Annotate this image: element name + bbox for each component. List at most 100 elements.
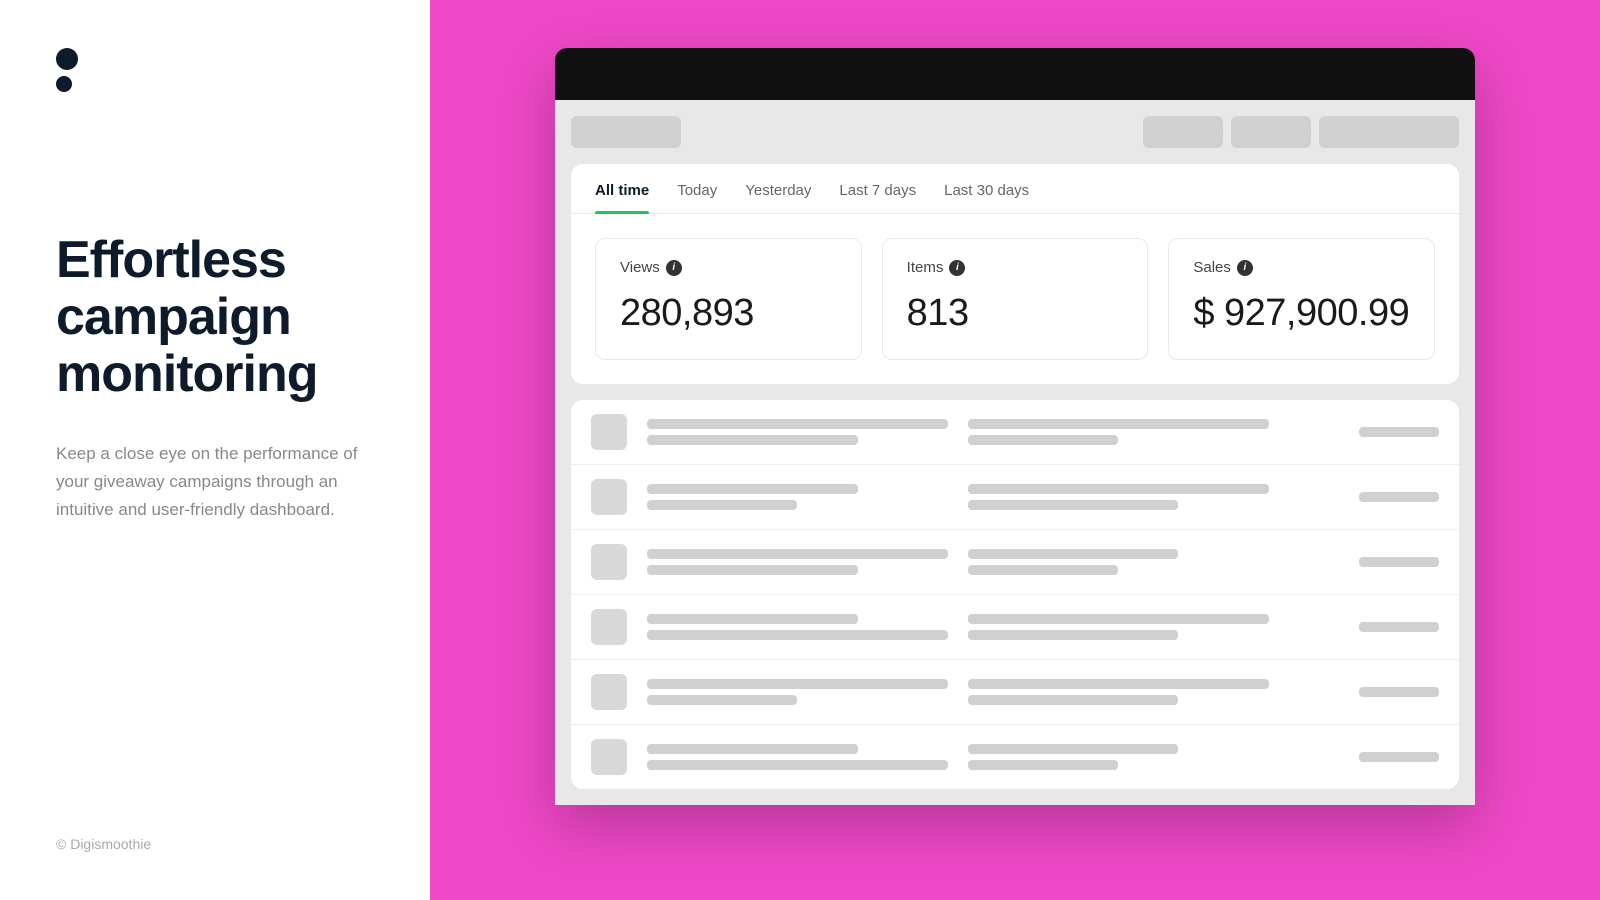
skel-line bbox=[647, 679, 948, 689]
row-thumbnail bbox=[591, 609, 627, 645]
tab-last-7-days[interactable]: Last 7 days bbox=[839, 182, 916, 213]
header-skeleton-btn-3 bbox=[1319, 116, 1459, 148]
metric-label-row-sales: Sales i bbox=[1193, 259, 1410, 276]
skel-line bbox=[968, 419, 1269, 429]
metric-card-items: Items i 813 bbox=[882, 238, 1149, 360]
skel-line bbox=[968, 565, 1118, 575]
header-skeleton-btn-1 bbox=[1143, 116, 1223, 148]
left-content: Effortless campaign monitoring Keep a cl… bbox=[56, 232, 374, 796]
row-thumbnail bbox=[591, 479, 627, 515]
table-row bbox=[571, 595, 1459, 660]
skel-line bbox=[968, 630, 1179, 640]
skel-line bbox=[968, 744, 1179, 754]
table-row bbox=[571, 530, 1459, 595]
row-col-2 bbox=[968, 549, 1269, 575]
metric-label-row-views: Views i bbox=[620, 259, 837, 276]
table-row bbox=[571, 465, 1459, 530]
skel-line bbox=[968, 679, 1269, 689]
header-skeleton-btn-2 bbox=[1231, 116, 1311, 148]
logo bbox=[56, 48, 374, 92]
row-thumbnail bbox=[591, 544, 627, 580]
tabs-row: All time Today Yesterday Last 7 days Las… bbox=[571, 164, 1459, 214]
window-topbar bbox=[555, 48, 1475, 100]
metric-card-sales: Sales i $ 927,900.99 bbox=[1168, 238, 1435, 360]
right-panel: All time Today Yesterday Last 7 days Las… bbox=[430, 0, 1600, 900]
row-col-3 bbox=[1289, 687, 1439, 697]
skel-line bbox=[1359, 492, 1439, 502]
skel-line bbox=[647, 744, 858, 754]
left-panel: Effortless campaign monitoring Keep a cl… bbox=[0, 0, 430, 900]
skel-line bbox=[968, 760, 1118, 770]
sub-text: Keep a close eye on the performance of y… bbox=[56, 440, 374, 524]
skel-line bbox=[968, 695, 1179, 705]
skel-line bbox=[647, 500, 797, 510]
row-col-3 bbox=[1289, 752, 1439, 762]
skel-line bbox=[1359, 752, 1439, 762]
tab-all-time[interactable]: All time bbox=[595, 182, 649, 213]
skel-line bbox=[647, 614, 858, 624]
row-col-2 bbox=[968, 484, 1269, 510]
metric-card-views: Views i 280,893 bbox=[595, 238, 862, 360]
stats-card: All time Today Yesterday Last 7 days Las… bbox=[571, 164, 1459, 384]
skel-line bbox=[968, 435, 1118, 445]
row-thumbnail bbox=[591, 414, 627, 450]
info-icon-sales: i bbox=[1237, 260, 1253, 276]
table-row bbox=[571, 725, 1459, 789]
tab-today[interactable]: Today bbox=[677, 182, 717, 213]
skel-line bbox=[968, 549, 1179, 559]
row-col-3 bbox=[1289, 492, 1439, 502]
skel-line bbox=[647, 695, 797, 705]
row-col-2 bbox=[968, 744, 1269, 770]
row-col-3 bbox=[1289, 622, 1439, 632]
row-col-1 bbox=[647, 419, 948, 445]
row-col-2 bbox=[968, 679, 1269, 705]
metric-label-views: Views bbox=[620, 259, 660, 276]
dashboard-window: All time Today Yesterday Last 7 days Las… bbox=[555, 48, 1475, 805]
row-col-2 bbox=[968, 614, 1269, 640]
row-thumbnail bbox=[591, 674, 627, 710]
row-col-1 bbox=[647, 679, 948, 705]
metrics-row: Views i 280,893 Items i 813 bbox=[571, 214, 1459, 384]
skel-line bbox=[647, 419, 948, 429]
dash-header bbox=[571, 116, 1459, 148]
tab-yesterday[interactable]: Yesterday bbox=[745, 182, 811, 213]
header-skeleton-btn-left bbox=[571, 116, 681, 148]
row-col-1 bbox=[647, 744, 948, 770]
table-card bbox=[571, 400, 1459, 789]
metric-value-items: 813 bbox=[907, 292, 1124, 335]
skel-line bbox=[1359, 557, 1439, 567]
skel-line bbox=[647, 760, 948, 770]
tab-last-30-days[interactable]: Last 30 days bbox=[944, 182, 1029, 213]
table-row bbox=[571, 400, 1459, 465]
skel-line bbox=[968, 614, 1269, 624]
info-icon-views: i bbox=[666, 260, 682, 276]
skel-line bbox=[968, 484, 1269, 494]
skel-line bbox=[647, 435, 858, 445]
row-col-3 bbox=[1289, 427, 1439, 437]
row-thumbnail bbox=[591, 739, 627, 775]
row-col-1 bbox=[647, 549, 948, 575]
metric-value-views: 280,893 bbox=[620, 292, 837, 335]
metric-label-row-items: Items i bbox=[907, 259, 1124, 276]
row-col-3 bbox=[1289, 557, 1439, 567]
logo-dot-top bbox=[56, 48, 78, 70]
header-right-buttons bbox=[1143, 116, 1459, 148]
row-col-1 bbox=[647, 484, 948, 510]
metric-label-items: Items bbox=[907, 259, 944, 276]
copyright-text: © Digismoothie bbox=[56, 796, 374, 852]
skel-line bbox=[1359, 687, 1439, 697]
skel-line bbox=[968, 500, 1179, 510]
main-heading: Effortless campaign monitoring bbox=[56, 232, 374, 404]
skel-line bbox=[1359, 427, 1439, 437]
skel-line bbox=[1359, 622, 1439, 632]
row-col-1 bbox=[647, 614, 948, 640]
skel-line bbox=[647, 549, 948, 559]
skel-line bbox=[647, 484, 858, 494]
metric-label-sales: Sales bbox=[1193, 259, 1231, 276]
table-row bbox=[571, 660, 1459, 725]
skel-line bbox=[647, 565, 858, 575]
skel-line bbox=[647, 630, 948, 640]
row-col-2 bbox=[968, 419, 1269, 445]
dashboard-body: All time Today Yesterday Last 7 days Las… bbox=[555, 100, 1475, 805]
info-icon-items: i bbox=[949, 260, 965, 276]
